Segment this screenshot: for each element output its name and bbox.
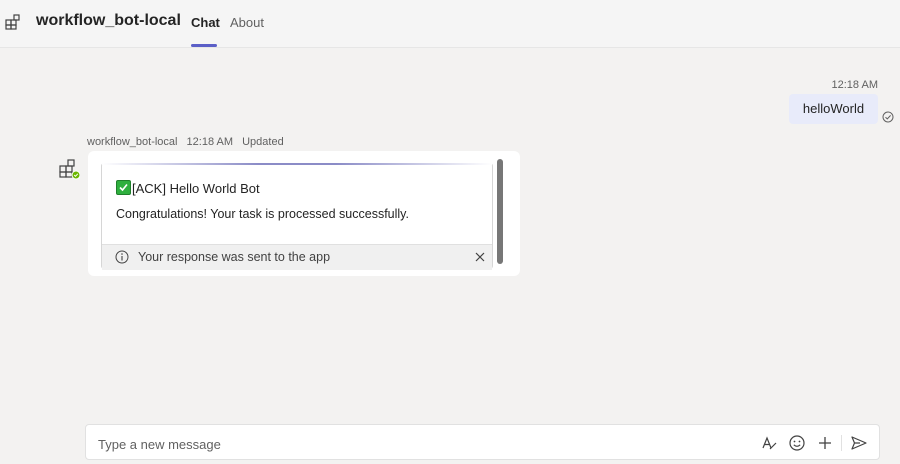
app-grid-icon bbox=[5, 14, 20, 30]
app-title: workflow_bot-local bbox=[36, 12, 181, 29]
response-sent-text: Your response was sent to the app bbox=[138, 250, 331, 264]
compose-box bbox=[85, 424, 880, 460]
card-response-banner: Your response was sent to the app bbox=[102, 244, 492, 270]
message-input[interactable] bbox=[96, 433, 700, 455]
active-tab-indicator bbox=[191, 44, 217, 47]
read-receipt-icon bbox=[882, 111, 894, 123]
card-top-accent bbox=[102, 163, 492, 165]
bot-avatar-icon[interactable] bbox=[58, 158, 80, 180]
card-title-text: [ACK] Hello World Bot bbox=[132, 181, 260, 196]
info-icon bbox=[115, 250, 129, 264]
app-header: workflow_bot-local Chat About bbox=[0, 0, 900, 48]
incoming-message-time: 12:18 AM bbox=[186, 136, 234, 148]
card-body-text: Congratulations! Your task is processed … bbox=[116, 207, 409, 221]
send-icon[interactable] bbox=[850, 434, 868, 452]
check-mark-button-icon bbox=[116, 180, 131, 195]
outgoing-message-bubble[interactable]: helloWorld bbox=[789, 94, 878, 124]
emoji-icon[interactable] bbox=[788, 434, 806, 452]
card-scrollbar[interactable] bbox=[497, 159, 503, 264]
adaptive-card: [ACK] Hello World Bot Congratulations! Y… bbox=[101, 163, 493, 270]
outgoing-message-time: 12:18 AM bbox=[831, 79, 878, 91]
card-title: [ACK] Hello World Bot bbox=[116, 180, 260, 196]
toolbar-divider bbox=[841, 435, 842, 451]
tab-chat[interactable]: Chat bbox=[191, 15, 220, 30]
sender-name: workflow_bot-local bbox=[87, 136, 178, 148]
add-icon[interactable] bbox=[816, 434, 834, 452]
format-icon[interactable] bbox=[760, 434, 778, 452]
tab-about[interactable]: About bbox=[230, 15, 264, 30]
incoming-message-meta: workflow_bot-local 12:18 AM Updated bbox=[87, 136, 290, 148]
close-icon[interactable] bbox=[475, 252, 485, 262]
updated-label: Updated bbox=[242, 136, 284, 148]
